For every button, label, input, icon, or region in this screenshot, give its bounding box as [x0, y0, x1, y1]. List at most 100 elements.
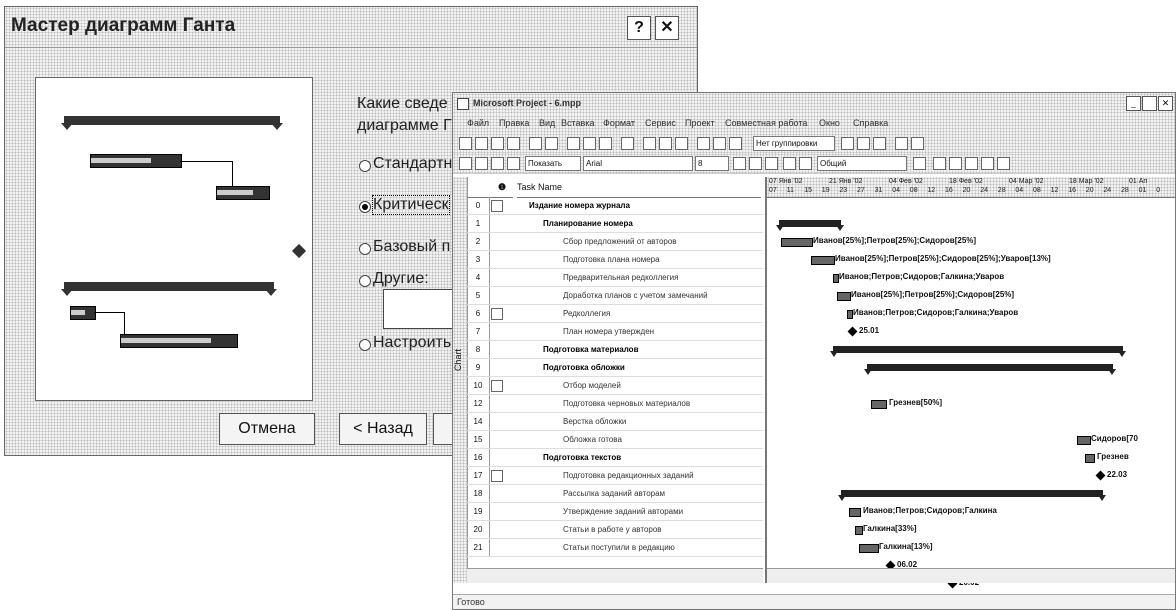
arrow-right-icon[interactable] [475, 157, 488, 170]
unlink-icon[interactable] [659, 137, 672, 150]
row-number[interactable]: 2 [467, 233, 490, 250]
notes-icon[interactable] [713, 137, 726, 150]
link-icon[interactable] [643, 137, 656, 150]
font-select[interactable]: Arial [583, 156, 693, 171]
undo-icon[interactable] [621, 137, 634, 150]
group-by-select[interactable]: Нет группировки [753, 136, 835, 151]
task-name-cell[interactable]: План номера утвержден [563, 323, 654, 340]
option-other-label[interactable]: Другие: [373, 270, 429, 288]
back-button[interactable]: < Назад [339, 413, 427, 445]
option-standard-label[interactable]: Стандартн [373, 155, 452, 173]
split-icon[interactable] [675, 137, 688, 150]
autofilter-icon[interactable] [913, 157, 926, 170]
task-name-cell[interactable]: Подготовка редакционных заданий [563, 467, 694, 484]
task-name-header[interactable]: Task Name [517, 177, 761, 198]
task-name-cell[interactable]: Подготовка материалов [543, 341, 638, 358]
summary-bar[interactable] [838, 490, 1106, 501]
task-name-cell[interactable]: Предварительная редколлегия [563, 269, 678, 286]
task-name-cell[interactable]: Верстка обложки [563, 413, 626, 430]
task-name-cell[interactable]: Рассылка заданий авторам [563, 485, 665, 502]
task-bar[interactable] [855, 526, 863, 535]
menu-view[interactable]: Вид [539, 118, 555, 128]
view-bar[interactable]: Gantt Chart [453, 177, 468, 583]
gantt-wizard-icon[interactable] [933, 157, 946, 170]
milestone[interactable] [1095, 470, 1106, 481]
open-icon[interactable] [475, 137, 488, 150]
task-row[interactable]: 17 Подготовка редакционных заданий [467, 467, 763, 485]
save-icon[interactable] [491, 137, 504, 150]
task-bar[interactable] [811, 256, 835, 265]
task-row[interactable]: 4 Предварительная редколлегия [467, 269, 763, 287]
menu-window[interactable]: Окно [819, 118, 840, 128]
task-name-cell[interactable]: Отбор моделей [563, 377, 621, 394]
task-name-cell[interactable]: Подготовка черновых материалов [563, 395, 690, 412]
toolbar-icon[interactable] [981, 157, 994, 170]
task-row[interactable]: 10 Отбор моделей [467, 377, 763, 395]
print-icon[interactable] [507, 137, 520, 150]
indicator-icon[interactable] [491, 200, 503, 212]
help-icon[interactable] [911, 137, 924, 150]
minimize-icon[interactable]: _ [1126, 96, 1141, 111]
close-icon[interactable]: ✕ [1158, 96, 1173, 111]
maximize-icon[interactable] [1142, 96, 1157, 111]
new-icon[interactable] [459, 137, 472, 150]
row-number[interactable]: 3 [467, 251, 490, 268]
plus-icon[interactable] [491, 157, 504, 170]
italic-icon[interactable] [749, 157, 762, 170]
task-row[interactable]: 16 Подготовка текстов [467, 449, 763, 467]
copy-picture-icon[interactable] [895, 137, 908, 150]
summary-bar[interactable] [830, 346, 1126, 357]
assign-resources-icon[interactable] [729, 137, 742, 150]
font-size-select[interactable]: 8 [695, 156, 729, 171]
task-row[interactable]: 1 Планирование номера [467, 215, 763, 233]
summary-bar[interactable] [776, 220, 844, 231]
indicator-icon[interactable] [491, 380, 503, 392]
toolbar-icon[interactable] [965, 157, 978, 170]
toolbar-icon[interactable] [997, 157, 1010, 170]
task-row[interactable]: 15 Обложка готова [467, 431, 763, 449]
grid-horizontal-scrollbar[interactable] [467, 568, 763, 583]
task-bar[interactable] [837, 292, 851, 301]
radio-baseline[interactable] [359, 243, 371, 255]
minus-icon[interactable] [507, 157, 520, 170]
task-row[interactable]: 18 Рассылка заданий авторам [467, 485, 763, 503]
milestone[interactable] [847, 326, 858, 337]
task-row[interactable]: 9 Подготовка обложки [467, 359, 763, 377]
indicators-header[interactable]: ❶ [491, 177, 513, 198]
radio-critical[interactable] [359, 201, 371, 213]
row-number[interactable]: 9 [467, 359, 490, 376]
close-button[interactable]: ✕ [655, 16, 679, 40]
task-bar[interactable] [781, 238, 813, 247]
task-bar[interactable] [859, 544, 879, 553]
row-number[interactable]: 20 [467, 521, 490, 538]
task-name-cell[interactable]: Статьи поступили в редакцию [563, 539, 675, 556]
task-row[interactable]: 3 Подготовка плана номера [467, 251, 763, 269]
select-all-cell[interactable] [467, 177, 491, 198]
copy-icon[interactable] [583, 137, 596, 150]
toolbar-icon[interactable] [949, 157, 962, 170]
task-bar[interactable] [871, 400, 887, 409]
menu-collaborate[interactable]: Совместная работа [725, 118, 807, 128]
cancel-button[interactable]: Отмена [219, 413, 315, 445]
task-name-cell[interactable]: Статьи в работе у авторов [563, 521, 662, 538]
task-row[interactable]: 12 Подготовка черновых материалов [467, 395, 763, 413]
task-name-cell[interactable]: Подготовка плана номера [563, 251, 660, 268]
align-center-icon[interactable] [799, 157, 812, 170]
task-row[interactable]: 2 Сбор предложений от авторов [467, 233, 763, 251]
task-name-cell[interactable]: Издание номера журнала [529, 197, 630, 214]
row-number[interactable]: 16 [467, 449, 490, 466]
indicator-icon[interactable] [491, 470, 503, 482]
task-row[interactable]: 5 Доработка планов с учетом замечаний [467, 287, 763, 305]
task-row[interactable]: 8 Подготовка материалов [467, 341, 763, 359]
option-baseline-label[interactable]: Базовый п [373, 238, 450, 256]
task-row[interactable]: 14 Верстка обложки [467, 413, 763, 431]
task-row[interactable]: 19 Утверждение заданий авторами [467, 503, 763, 521]
bold-icon[interactable] [733, 157, 746, 170]
row-number[interactable]: 0 [467, 197, 490, 214]
filter-select[interactable]: Общий [817, 156, 907, 171]
row-number[interactable]: 12 [467, 395, 490, 412]
task-bar[interactable] [849, 508, 861, 517]
row-number[interactable]: 7 [467, 323, 490, 340]
preview-icon[interactable] [529, 137, 542, 150]
spelling-icon[interactable] [545, 137, 558, 150]
